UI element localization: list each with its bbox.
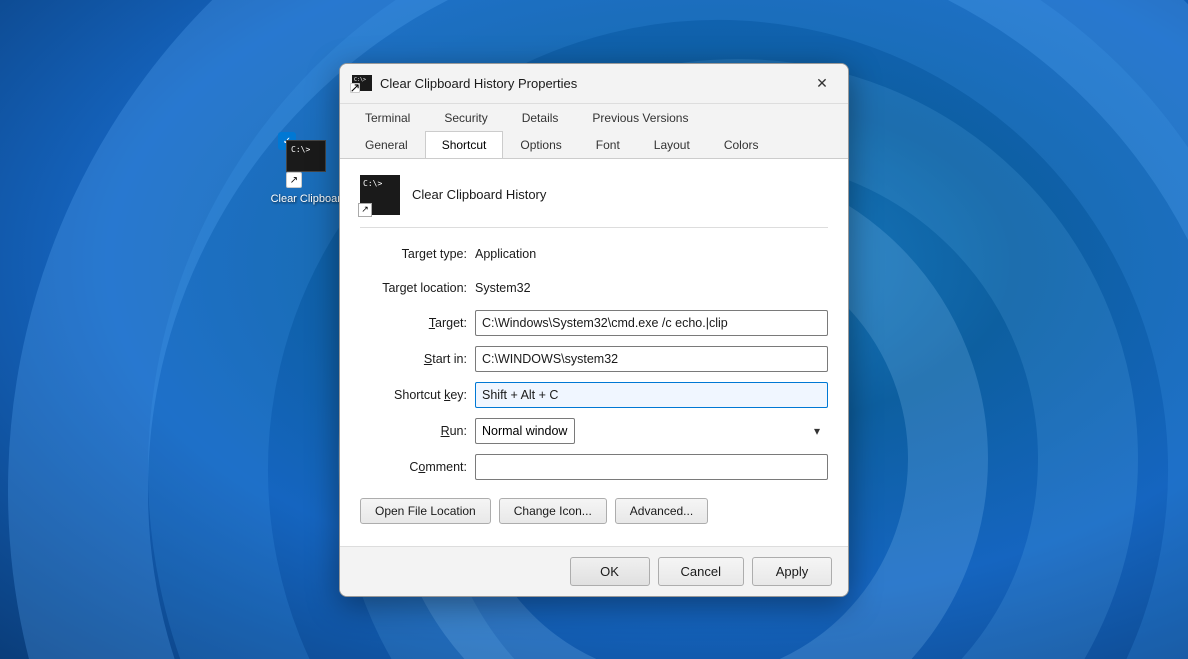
target-label: Target: [360,316,475,330]
apply-button[interactable]: Apply [752,557,832,586]
run-label: Run: [360,424,475,438]
tab-security[interactable]: Security [427,104,504,131]
tab-layout[interactable]: Layout [637,131,707,158]
tab-colors[interactable]: Colors [707,131,776,158]
shortcut-header: ↗ Clear Clipboard History [360,175,828,228]
tab-font[interactable]: Font [579,131,637,158]
target-location-value: System32 [475,281,531,295]
comment-input[interactable] [475,454,828,480]
comment-row: Comment: [360,454,828,480]
comment-label: Comment: [360,460,475,474]
advanced-button[interactable]: Advanced... [615,498,708,524]
target-input[interactable] [475,310,828,336]
target-type-row: Target type: Application [360,242,828,266]
title-bar-shortcut-arrow: ↗ [350,83,360,93]
open-file-location-button[interactable]: Open File Location [360,498,491,524]
tab-bar-row1: Terminal Security Details Previous Versi… [340,104,848,158]
run-select[interactable]: Normal window Minimized Maximized [475,418,575,444]
start-in-label: Start in: [360,352,475,366]
run-select-wrapper: Normal window Minimized Maximized [475,418,828,444]
cancel-button[interactable]: Cancel [658,557,744,586]
dialog-title: Clear Clipboard History Properties [380,76,800,91]
change-icon-button[interactable]: Change Icon... [499,498,607,524]
tab-content-shortcut: ↗ Clear Clipboard History Target type: A… [340,158,848,546]
properties-dialog: ↗ Clear Clipboard History Properties ✕ T… [339,63,849,597]
tab-options[interactable]: Options [503,131,578,158]
shortcut-key-label: Shortcut key: [360,388,475,402]
header-shortcut-arrow-icon: ↗ [358,203,372,217]
tab-previous-versions[interactable]: Previous Versions [575,104,705,131]
ok-button[interactable]: OK [570,557,650,586]
tab-general[interactable]: General [348,131,425,158]
tab-terminal[interactable]: Terminal [348,104,427,131]
shortcut-name: Clear Clipboard History [412,187,546,202]
close-button[interactable]: ✕ [808,69,836,97]
target-location-label: Target location: [360,281,475,295]
run-row: Run: Normal window Minimized Maximized [360,418,828,444]
shortcut-header-icon: ↗ [360,175,400,215]
start-in-row: Start in: [360,346,828,372]
dialog-overlay: ↗ Clear Clipboard History Properties ✕ T… [0,0,1188,659]
target-type-label: Target type: [360,247,475,261]
tab-row-2: General Shortcut Options Font Layout Col… [348,131,840,158]
title-bar-cmd-icon: ↗ [352,75,372,91]
action-buttons: Open File Location Change Icon... Advanc… [360,498,828,524]
shortcut-key-row: Shortcut key: [360,382,828,408]
shortcut-key-input[interactable] [475,382,828,408]
tab-details[interactable]: Details [505,104,576,131]
dialog-footer: OK Cancel Apply [340,546,848,596]
target-row: Target: [360,310,828,336]
start-in-input[interactable] [475,346,828,372]
target-type-value: Application [475,247,536,261]
tab-shortcut[interactable]: Shortcut [425,131,504,158]
title-bar: ↗ Clear Clipboard History Properties ✕ [340,64,848,104]
target-location-row: Target location: System32 [360,276,828,300]
tab-row-1: Terminal Security Details Previous Versi… [348,104,840,131]
